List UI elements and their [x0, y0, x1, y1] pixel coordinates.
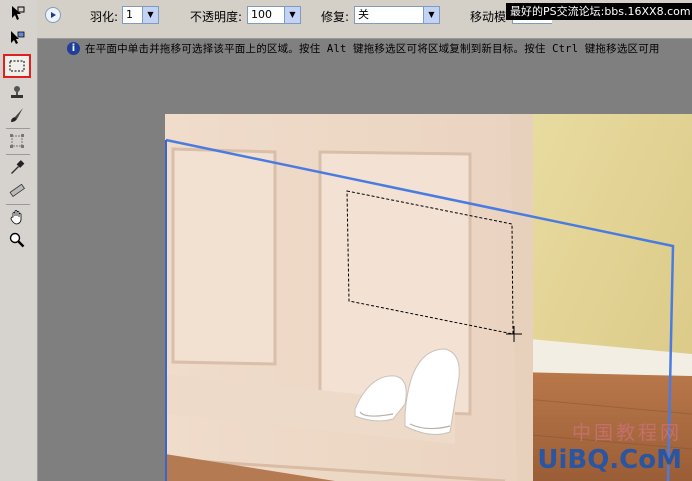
info-icon: i [67, 42, 80, 55]
toolbox-separator [6, 128, 30, 129]
hand-tool-icon[interactable] [5, 207, 29, 227]
watermark-en: UiBQ.CoM [537, 445, 682, 475]
chevron-down-icon: ▼ [142, 7, 158, 23]
heal-value: 关 [358, 8, 369, 21]
info-row: i 在平面中单击并拖移可选择该平面上的区域。按住 Alt 键拖移选区可将区域复制… [37, 40, 692, 58]
crosshair-cursor-icon [506, 326, 522, 342]
play-arrow-icon [51, 12, 56, 18]
stamp-tool-icon[interactable] [5, 83, 29, 103]
feather-select[interactable]: 1 ▼ [122, 6, 159, 24]
heal-select[interactable]: 关 ▼ [354, 6, 440, 24]
marquee-selection[interactable] [346, 190, 514, 335]
toolbox-separator [6, 204, 30, 205]
feather-value: 1 [126, 8, 133, 21]
watermark-cn: 中国教程网 [571, 422, 682, 444]
watermark-bottom: 中国教程网 UiBQ.CoM [537, 418, 682, 475]
tool-preset-button[interactable] [45, 7, 61, 23]
watermark-top: 最好的PS交流论坛:bbs.16XX8.com [506, 3, 692, 20]
opacity-select[interactable]: 100 ▼ [247, 6, 301, 24]
edit-plane-tool-icon[interactable] [5, 3, 29, 23]
heal-label: 修复: [321, 10, 350, 24]
create-plane-tool-icon[interactable] [5, 27, 29, 47]
opacity-label: 不透明度: [190, 10, 243, 24]
feather-label: 羽化: [90, 10, 119, 24]
brush-tool-icon[interactable] [5, 105, 29, 125]
chevron-down-icon: ▼ [423, 7, 439, 23]
move-mode-label: 移动模 [470, 10, 507, 24]
info-text: 在平面中单击并拖移可选择该平面上的区域。按住 Alt 键拖移选区可将区域复制到新… [85, 43, 660, 55]
toolbox-separator [6, 154, 30, 155]
chevron-down-icon: ▼ [284, 7, 300, 23]
opacity-value: 100 [251, 8, 272, 21]
vanishing-point-toolbox [0, 0, 38, 481]
measure-tool-icon[interactable] [5, 180, 29, 200]
canvas-area[interactable]: 中国教程网 UiBQ.CoM [38, 60, 692, 481]
eyedropper-tool-icon[interactable] [5, 157, 29, 177]
transform-tool-icon[interactable] [5, 131, 29, 151]
zoom-tool-icon[interactable] [5, 230, 29, 250]
marquee-tool-icon[interactable] [3, 54, 31, 78]
